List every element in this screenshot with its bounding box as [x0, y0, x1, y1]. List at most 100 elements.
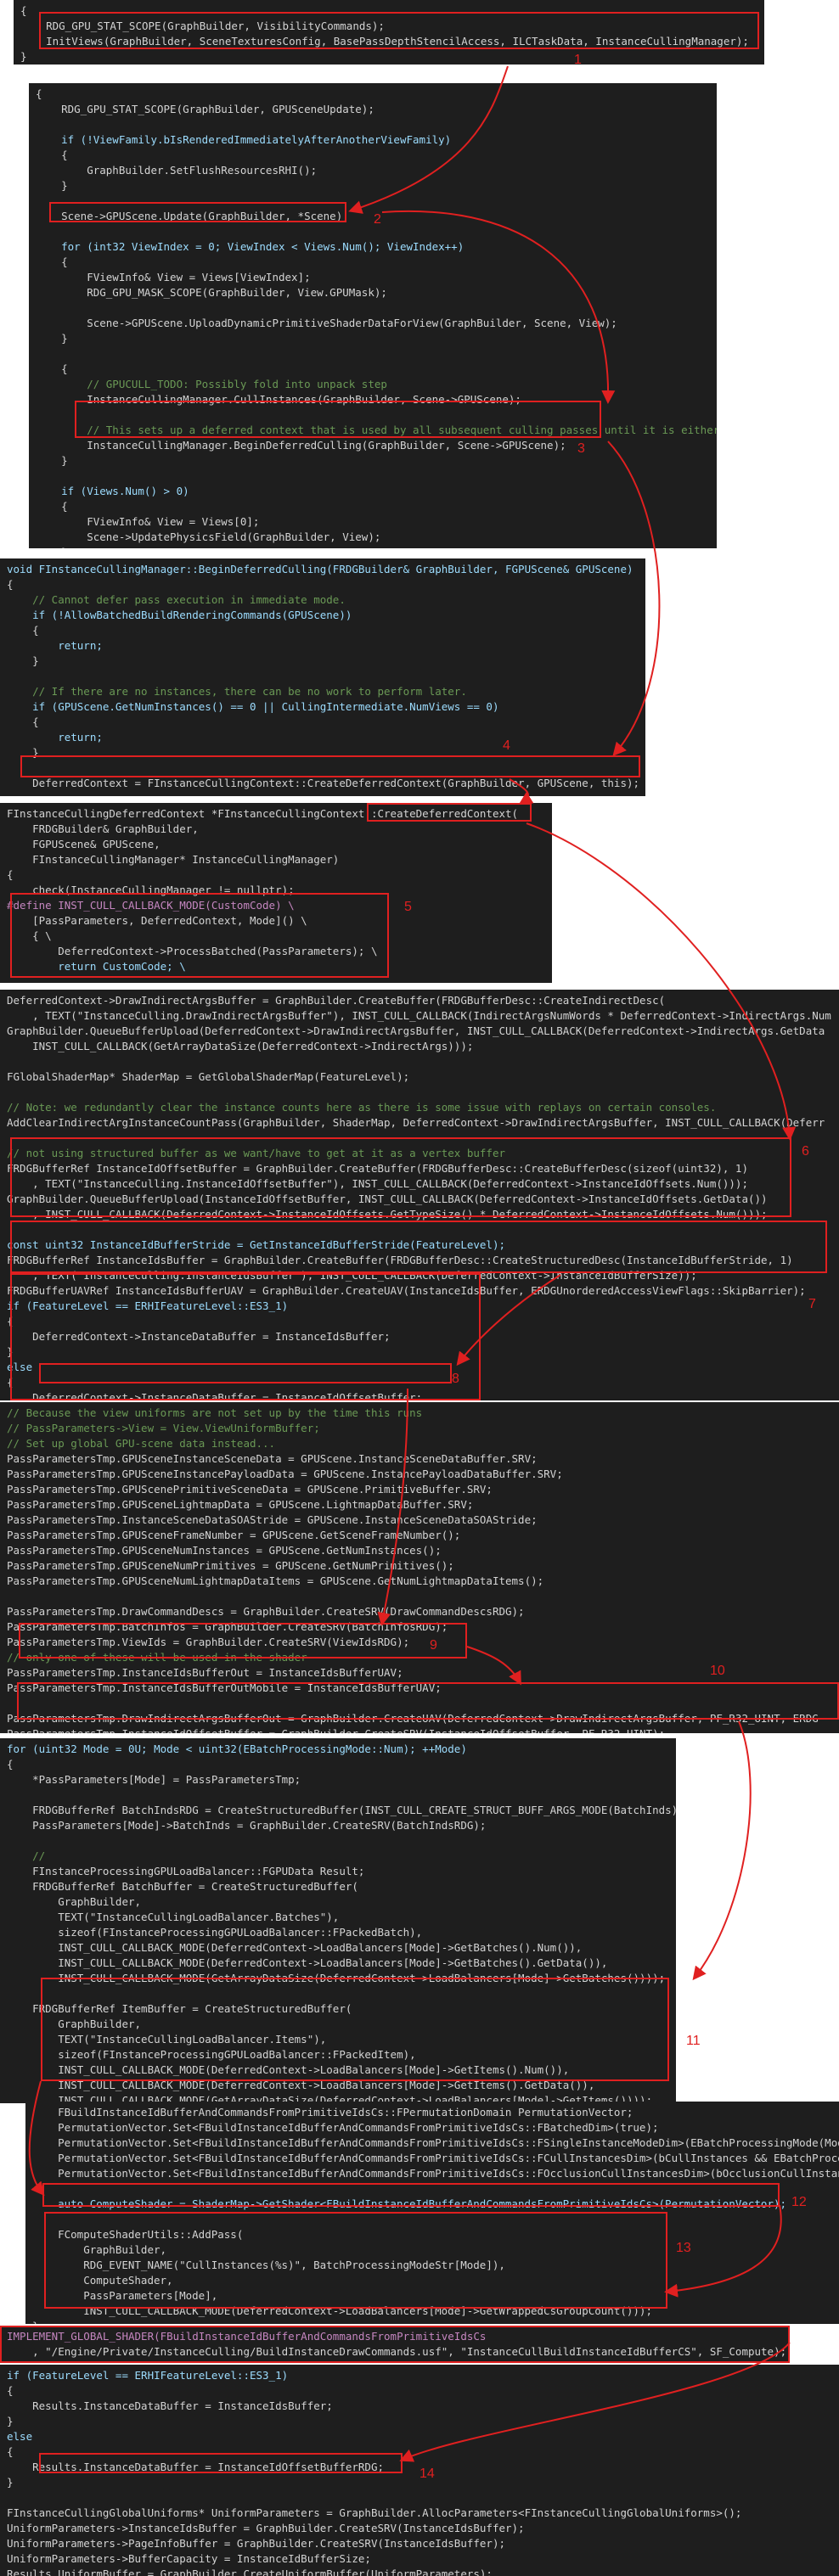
code-line: PassParametersTmp.GPUSceneNumPrimitives … — [7, 1559, 454, 1572]
code-line: { — [7, 624, 39, 637]
code-line: PassParametersTmp.InstanceIdOffsetBuffer… — [7, 1726, 665, 1733]
annotation-number-3: 3 — [577, 441, 585, 456]
code-line: { — [7, 868, 14, 881]
code-panel-2: { RDG_GPU_STAT_SCOPE(GraphBuilder, GPUSc… — [29, 83, 717, 548]
highlight-box-7 — [10, 1221, 827, 1273]
annotation-number-12: 12 — [791, 2195, 807, 2209]
code-line: PermutationVector.Set<FBuildInstanceIdBu… — [32, 2152, 839, 2164]
code-line: PassParametersTmp.InstanceIdsBufferOut =… — [7, 1666, 403, 1679]
code-line: if (Views.Num() > 0) — [36, 485, 189, 497]
code-line: FRDGBuilder& GraphBuilder, — [7, 822, 199, 835]
code-line: FRDGBufferRef BatchBuffer = CreateStruct… — [7, 1880, 358, 1893]
code-line: FRDGBufferRef BatchIndsRDG = CreateStruc… — [7, 1804, 676, 1816]
code-line: Results.UniformBuffer = GraphBuilder.Cre… — [7, 2568, 493, 2576]
code-line: PassParametersTmp.GPUSceneLightmapData =… — [7, 1498, 474, 1511]
code-line: , TEXT("InstanceCulling.DrawIndirectArgs… — [7, 1009, 831, 1022]
code-line: Scene->GPUScene.UploadDynamicPrimitiveSh… — [36, 317, 617, 329]
code-line: // If there are no instances, there can … — [7, 685, 467, 698]
code-line: } — [7, 2476, 14, 2489]
highlight-box-5 — [10, 893, 389, 978]
code-line: FInstanceCullingManager* InstanceCulling… — [7, 853, 340, 866]
annotation-number-8: 8 — [452, 1372, 459, 1386]
code-line: INST_CULL_CALLBACK(GetArrayDataSize(Defe… — [7, 1040, 474, 1052]
code-line: // Set up global GPU-scene data instead.… — [7, 1437, 276, 1450]
code-line: FInstanceCullingGlobalUniforms* UniformP… — [7, 2506, 742, 2519]
code-line: else — [7, 2430, 33, 2443]
highlight-box-6 — [10, 1137, 791, 1217]
code-line: return; — [7, 639, 103, 652]
code-line: { — [7, 2384, 14, 2397]
code-line: { — [36, 362, 68, 375]
code-line: { — [36, 87, 42, 100]
highlight-box-8 — [39, 1363, 452, 1383]
annotation-number-2: 2 — [374, 212, 381, 227]
code-line: FGPUScene& GPUScene, — [7, 838, 160, 850]
code-line: UniformParameters->PageInfoBuffer = Grap… — [7, 2537, 505, 2550]
code-line: InstanceCullingManager.BeginDeferredCull… — [36, 439, 566, 452]
code-line: UniformParameters->BufferCapacity = Inst… — [7, 2552, 371, 2565]
code-line: PassParametersTmp.GPUSceneInstancePayloa… — [7, 1468, 563, 1480]
code-line: DeferredContext->DrawIndirectArgsBuffer … — [7, 994, 666, 1007]
code-line: { — [36, 149, 68, 161]
annotation-number-4: 4 — [503, 738, 510, 753]
annotation-number-14: 14 — [420, 2467, 435, 2481]
code-line: if (GPUScene.GetNumInstances() == 0 || C… — [7, 700, 499, 713]
code-line: AddClearIndirectArgInstanceCountPass(Gra… — [7, 1116, 825, 1129]
code-line: PassParametersTmp.GPUSceneNumInstances =… — [7, 1544, 442, 1557]
code-line: } — [36, 332, 68, 345]
annotation-number-7: 7 — [808, 1297, 816, 1311]
code-line: UniformParameters->InstanceIdsBuffer = G… — [7, 2522, 525, 2534]
code-line: RDG_GPU_STAT_SCOPE(GraphBuilder, GPUScen… — [36, 103, 374, 115]
highlight-box-2 — [49, 202, 346, 222]
code-line: GraphBuilder.QueueBufferUpload(DeferredC… — [7, 1024, 825, 1037]
code-line: TEXT("InstanceCullingLoadBalancer.Batche… — [7, 1911, 340, 1923]
code-line: { — [7, 716, 39, 728]
code-line: { — [20, 4, 27, 17]
highlight-box-5a — [367, 803, 532, 822]
annotation-number-13: 13 — [676, 2241, 691, 2255]
annotation-number-9: 9 — [430, 1638, 437, 1653]
code-line: { — [7, 2445, 14, 2458]
code-line: *PassParameters[Mode] = PassParametersTm… — [7, 1773, 301, 1786]
highlight-box-9b — [0, 2326, 790, 2363]
code-line: sizeof(FInstanceProcessingGPULoadBalance… — [7, 1926, 423, 1939]
code-line: INST_CULL_CALLBACK_MODE(DeferredContext-… — [7, 1941, 583, 1954]
code-line: { — [7, 578, 14, 591]
code-line: if (!ViewFamily.bIsRenderedImmediatelyAf… — [36, 133, 452, 146]
code-line: } — [36, 454, 68, 467]
code-line: GraphBuilder, — [7, 1895, 142, 1908]
annotation-number-5: 5 — [404, 900, 412, 914]
highlight-box-12 — [42, 2183, 780, 2207]
code-line: PermutationVector.Set<FBuildInstanceIdBu… — [32, 2121, 659, 2134]
highlight-box-4 — [20, 755, 640, 777]
code-line: GraphBuilder.SetFlushResourcesRHI(); — [36, 164, 318, 177]
code-line: { — [7, 1758, 14, 1771]
code-line: } — [7, 654, 39, 667]
code-line: // Note: we redundantly clear the instan… — [7, 1101, 717, 1114]
code-line: INST_CULL_CALLBACK_MODE(DeferredContext-… — [7, 1956, 608, 1969]
highlight-box-14 — [39, 2453, 403, 2473]
code-line: PassParameters[Mode]->BatchInds = GraphB… — [7, 1819, 487, 1832]
code-line: } — [7, 2415, 14, 2427]
code-line: PassParametersTmp.GPUSceneInstanceSceneD… — [7, 1452, 538, 1465]
code-line: if (FeatureLevel == ERHIFeatureLevel::ES… — [7, 2369, 289, 2382]
highlight-box-1 — [39, 12, 759, 49]
arrow-10-11 — [692, 1720, 752, 1981]
code-line: } — [32, 2319, 39, 2324]
highlight-box-3 — [75, 401, 601, 438]
code-line: } — [20, 50, 27, 63]
code-line: if (!AllowBatchedBuildRenderingCommands(… — [7, 609, 352, 621]
code-line: // PassParameters->View = View.ViewUnifo… — [7, 1422, 320, 1434]
annotation-number-11: 11 — [686, 2034, 701, 2048]
code-line: { — [36, 255, 68, 268]
code-line: PassParametersTmp.GPUSceneNumLightmapDat… — [7, 1574, 544, 1587]
code-line: for (int32 ViewIndex = 0; ViewIndex < Vi… — [36, 240, 465, 253]
code-line: FInstanceProcessingGPULoadBalancer::FGPU… — [7, 1865, 365, 1877]
code-line: } — [36, 545, 68, 548]
code-line: // GPUCULL_TODO: Possibly fold into unpa… — [36, 378, 387, 390]
code-line: // — [7, 1849, 46, 1862]
annotation-number-1: 1 — [574, 53, 582, 67]
code-line: FViewInfo& View = Views[ViewIndex]; — [36, 271, 311, 283]
code-line: void FInstanceCullingManager::BeginDefer… — [7, 563, 633, 575]
code-line: { — [36, 500, 68, 513]
